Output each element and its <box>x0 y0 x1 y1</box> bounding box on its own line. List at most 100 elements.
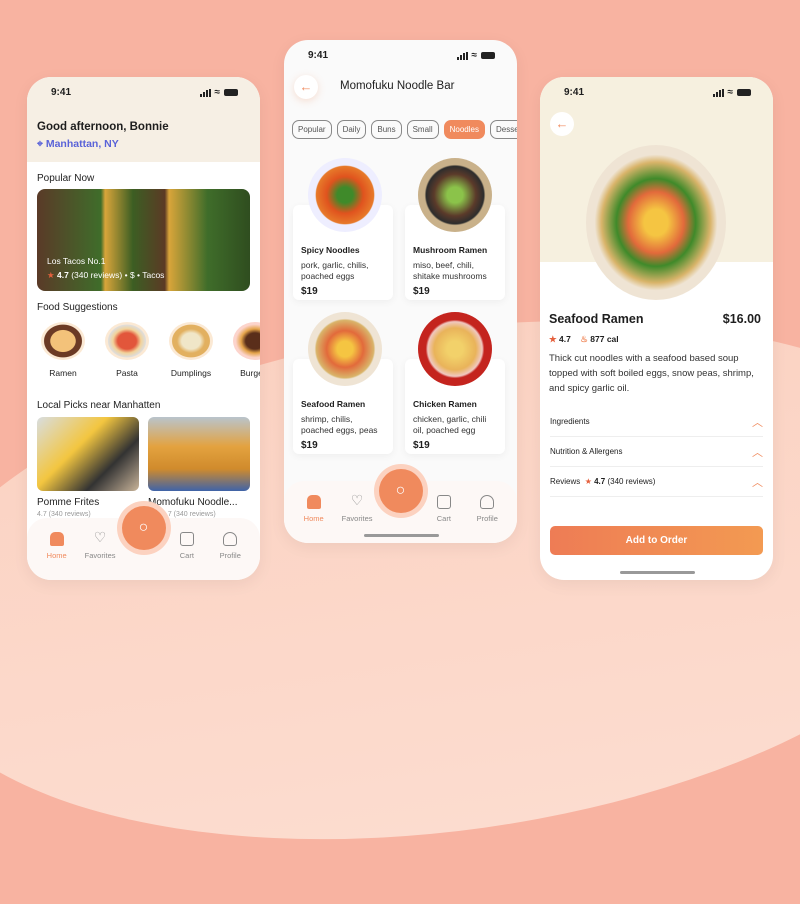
arrow-left-icon: ← <box>299 79 313 94</box>
location-text: Manhattan, NY <box>45 138 119 150</box>
section-ingredients[interactable]: Ingredients ︿ <box>550 407 763 437</box>
suggestions-list: Ramen Pasta Dumplings Burgers <box>35 322 260 378</box>
item-name: Mushroom Ramen <box>413 245 488 255</box>
burger-icon <box>233 322 260 360</box>
search-button[interactable]: ○ <box>121 506 166 550</box>
suggestion-label: Pasta <box>116 368 138 378</box>
item-price: $19 <box>413 286 430 298</box>
suggestion-pasta[interactable]: Pasta <box>99 322 155 378</box>
item-desc: chicken, garlic, chili oil, poached egg <box>413 414 487 436</box>
dish-image <box>308 312 382 386</box>
section-title: Local Picks near Manhatten <box>37 400 161 411</box>
battery-icon <box>481 52 495 59</box>
item-price: $19 <box>301 286 318 298</box>
search-icon: ○ <box>395 482 406 499</box>
tab-popular[interactable]: Popular <box>292 120 332 139</box>
section-nutrition[interactable]: Nutrition & Allergens ︿ <box>550 437 763 467</box>
star-icon: ★ <box>549 334 557 344</box>
chevron-up-icon: ︿ <box>752 476 763 489</box>
section-title: Food Suggestions <box>37 302 118 313</box>
tab-noodles[interactable]: Noodles <box>443 120 485 139</box>
tab-small[interactable]: Small <box>406 120 439 139</box>
local-pick-name[interactable]: Momofuku Noodle... <box>148 497 238 508</box>
wifi-icon: ≈ <box>727 87 734 98</box>
local-pick-rating: 4.7 (340 reviews) <box>37 511 91 518</box>
item-desc: pork, garlic, chilis, poached eggs <box>301 260 369 282</box>
location-selector[interactable]: ⌖ Manhattan, NY <box>37 138 119 151</box>
status-time: 9:41 <box>308 50 329 61</box>
local-pick-image[interactable] <box>148 417 250 491</box>
suggestion-dumplings[interactable]: Dumplings <box>163 322 219 378</box>
star-icon: ★ <box>584 477 592 486</box>
nav-label: Cart <box>179 551 194 560</box>
suggestion-label: Ramen <box>49 368 77 378</box>
dish-image <box>308 158 382 232</box>
dish-price: $16.00 <box>722 312 761 326</box>
section-title: Popular Now <box>37 173 95 184</box>
category: Tacos <box>142 270 165 280</box>
search-button[interactable]: ○ <box>378 469 423 513</box>
battery-icon <box>737 89 751 96</box>
nav-label: Home <box>46 551 67 560</box>
tab-buns[interactable]: Buns <box>371 120 402 139</box>
chevron-up-icon: ︿ <box>752 446 763 459</box>
status-bar: 9:41 ≈ <box>51 87 238 98</box>
restaurant-name: Los Tacos No.1 <box>47 256 106 266</box>
add-to-order-button[interactable]: Add to Order <box>550 526 763 555</box>
nav-label: Favorites <box>84 551 116 560</box>
nav-profile[interactable]: Profile <box>467 495 507 523</box>
status-bar: 9:41 ≈ <box>308 50 495 61</box>
ramen-icon <box>41 322 85 360</box>
profile-icon <box>223 532 238 546</box>
item-desc: miso, beef, chili, shitake mushrooms <box>413 260 487 282</box>
local-pick-rating: 4.7 (340 reviews) <box>162 511 216 518</box>
nav-home[interactable]: Home <box>37 532 77 560</box>
dish-image <box>418 312 492 386</box>
search-icon: ○ <box>138 519 149 536</box>
nav-home[interactable]: Home <box>294 495 334 523</box>
review-count: (340 reviews) <box>71 270 123 280</box>
menu-screen: 9:41 ≈ ← Momofuku Noodle Bar Popular Dail… <box>284 40 517 543</box>
greeting: Good afternoon, Bonnie <box>37 121 169 133</box>
suggestion-burgers[interactable]: Burgers <box>227 322 260 378</box>
nav-cart[interactable]: Cart <box>167 532 207 560</box>
basket-icon <box>179 532 194 546</box>
detail-screen: 9:41 ≈ ← Seafood Ramen $16.00 ★ 4.7 ♨ 877… <box>540 77 773 580</box>
nav-profile[interactable]: Profile <box>210 532 250 560</box>
item-name: Spicy Noodles <box>301 245 360 255</box>
back-button[interactable]: ← <box>294 75 318 99</box>
item-price: $19 <box>413 440 430 452</box>
item-name: Seafood Ramen <box>301 399 366 409</box>
pasta-icon <box>105 322 149 360</box>
rating: 4.7 <box>594 477 606 486</box>
section-label: Reviews <box>550 477 581 486</box>
section-reviews[interactable]: Reviews ★ 4.7 (340 reviews) ︿ <box>550 467 763 497</box>
heart-icon: ♡ <box>350 492 364 508</box>
suggestion-ramen[interactable]: Ramen <box>35 322 91 378</box>
nav-cart[interactable]: Cart <box>424 495 464 523</box>
tab-daily[interactable]: Daily <box>336 120 367 139</box>
item-desc: shrimp, chilis, poached eggs, peas <box>301 414 378 436</box>
dish-name: Seafood Ramen <box>549 312 644 326</box>
signal-icon <box>199 88 211 97</box>
status-bar: 9:41 ≈ <box>564 87 751 98</box>
nav-label: Profile <box>219 551 241 560</box>
back-button[interactable]: ← <box>550 112 574 136</box>
home-screen: 9:41 ≈ Good afternoon, Bonnie ⌖ Manhattan… <box>27 77 260 580</box>
calories: 877 cal <box>590 334 619 344</box>
profile-icon <box>480 495 495 509</box>
popular-card[interactable]: Los Tacos No.1 ★ 4.7 (340 reviews) • $ •… <box>37 189 250 291</box>
suggestion-label: Burgers <box>240 368 260 378</box>
dish-image <box>418 158 492 232</box>
dumplings-icon <box>169 322 213 360</box>
signal-icon <box>456 51 468 60</box>
review-count: (340 reviews) <box>607 477 656 486</box>
local-pick-name[interactable]: Pomme Frites <box>37 497 99 508</box>
local-pick-image[interactable] <box>37 417 139 491</box>
chevron-up-icon: ︿ <box>752 416 763 429</box>
restaurant-title: Momofuku Noodle Bar <box>340 80 455 92</box>
nav-favorites[interactable]: ♡ Favorites <box>80 529 120 560</box>
battery-icon <box>224 89 238 96</box>
nav-favorites[interactable]: ♡ Favorites <box>337 492 377 523</box>
tab-desserts[interactable]: Desserts <box>489 120 517 139</box>
